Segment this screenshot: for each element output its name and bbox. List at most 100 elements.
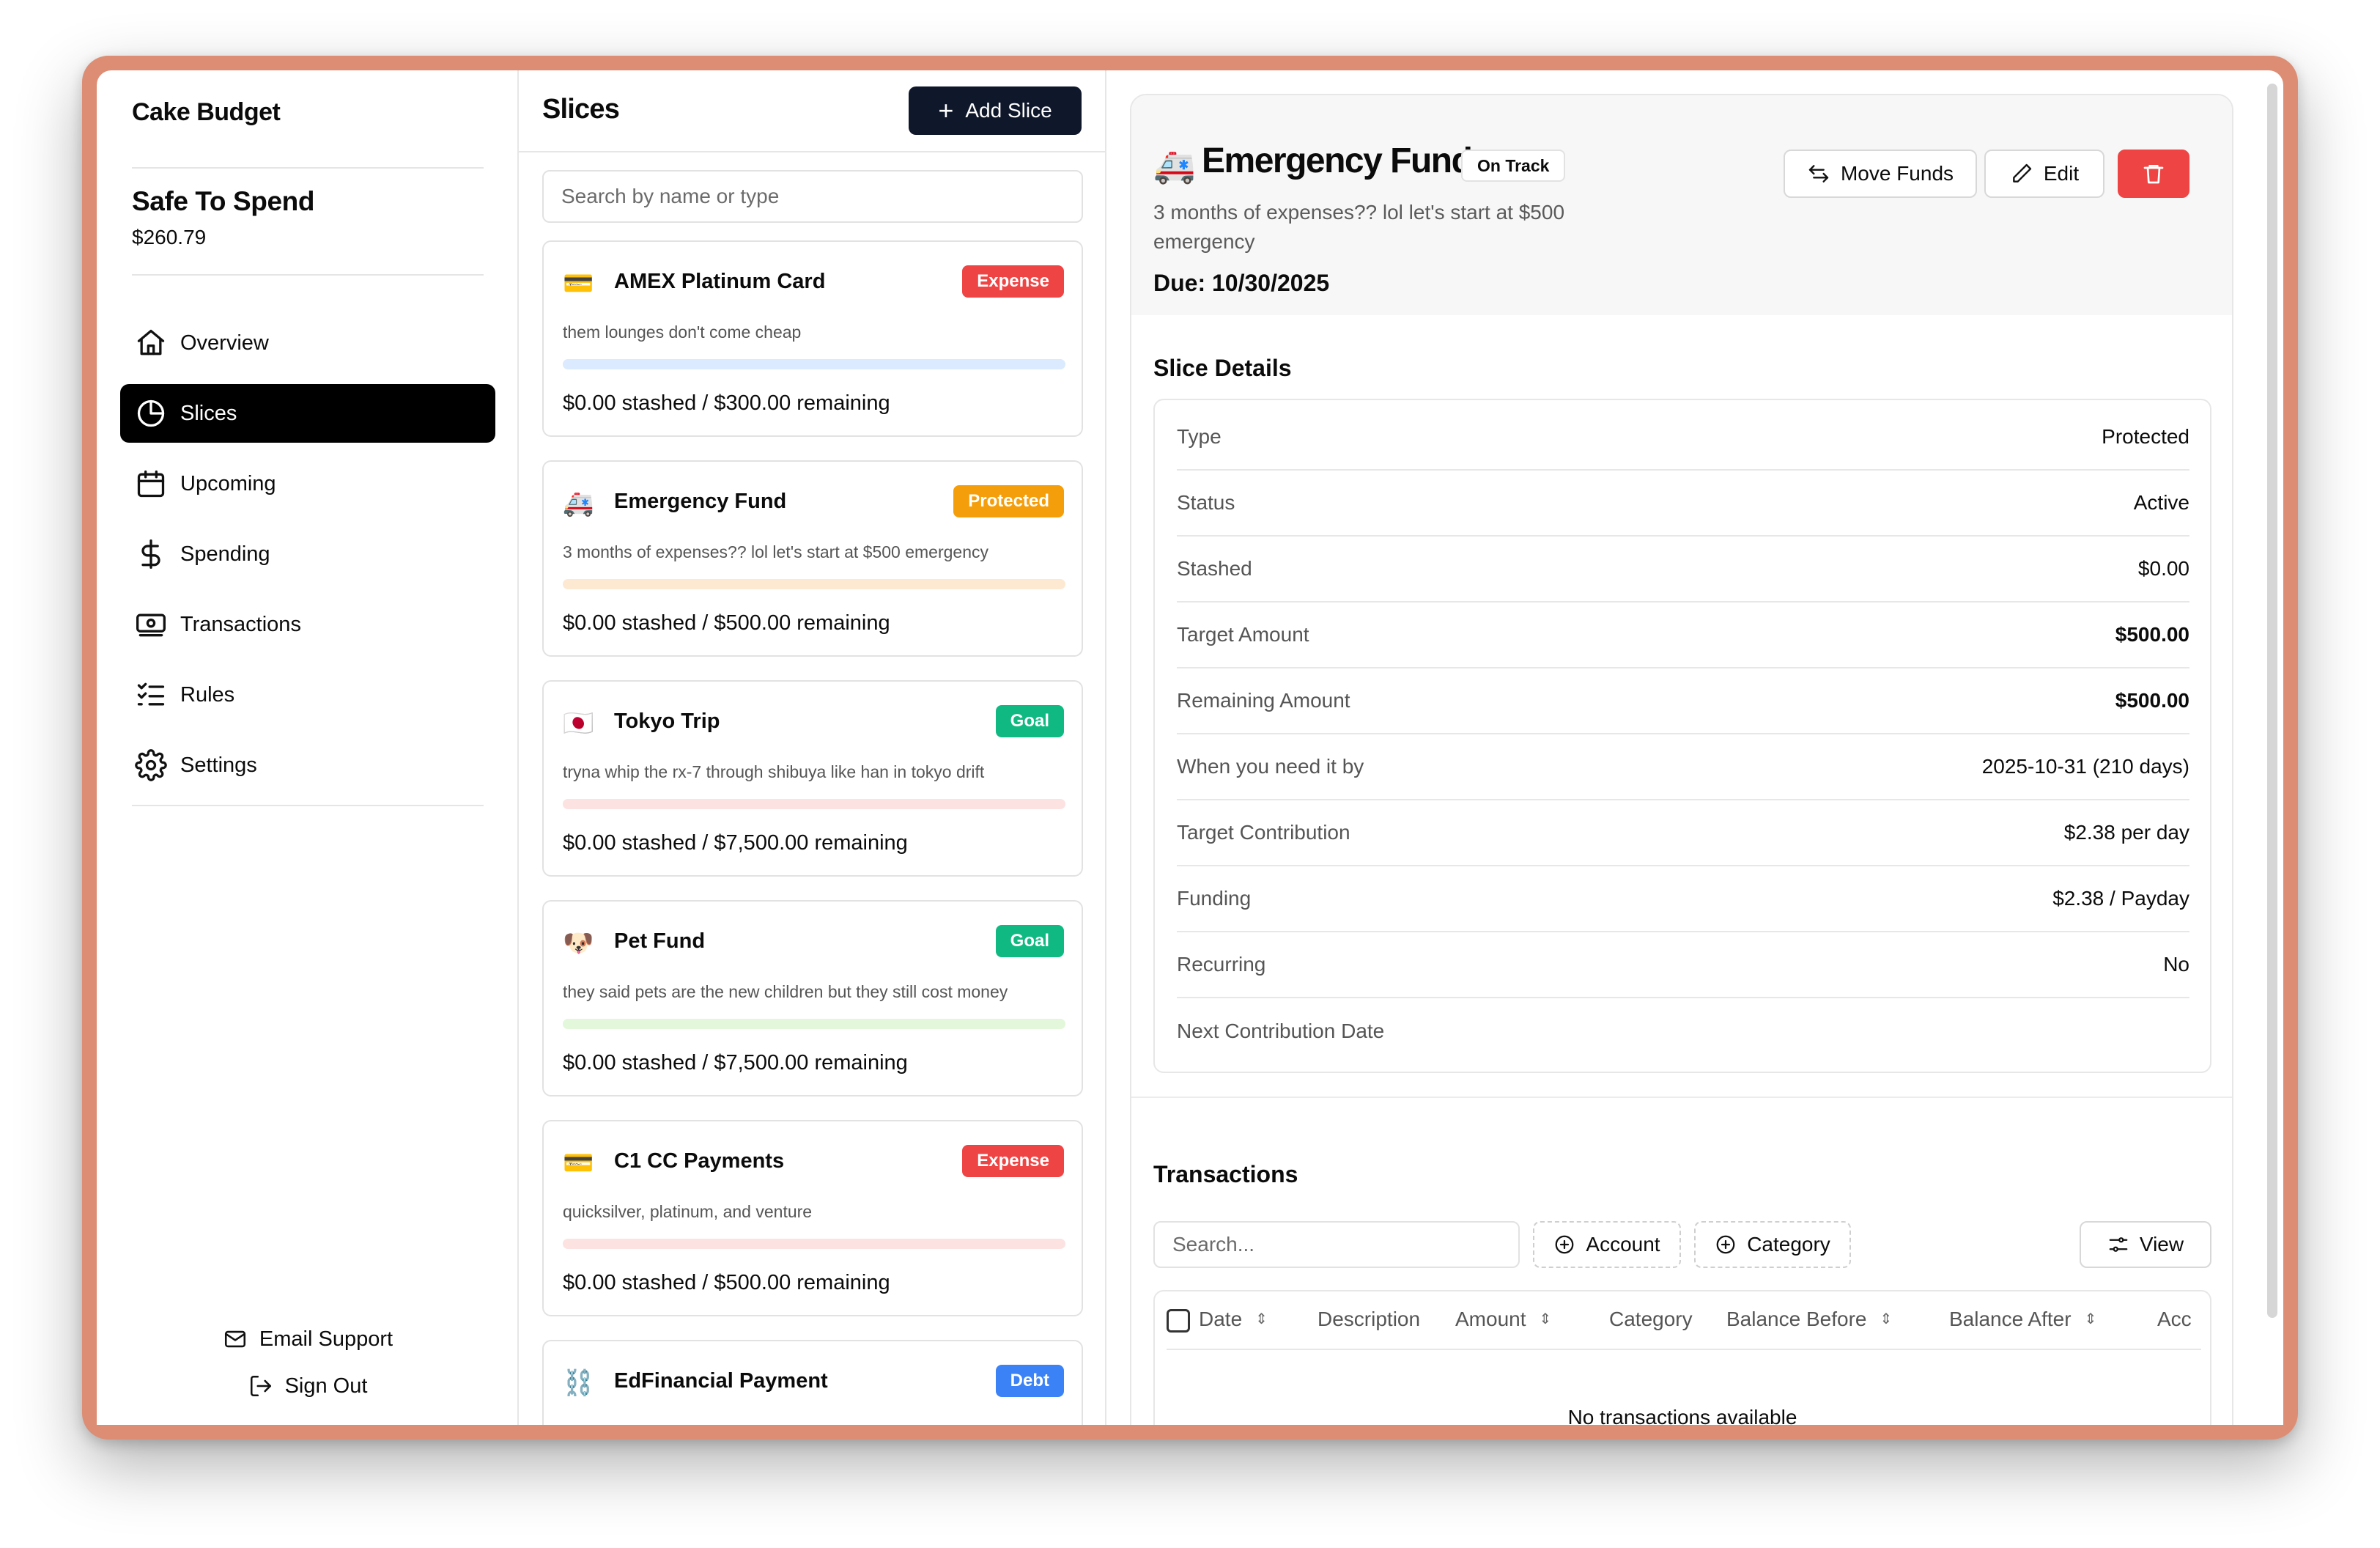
sign-out-link[interactable]: Sign Out (97, 1374, 519, 1398)
plus-circle-icon (1556, 1235, 1574, 1254)
calendar-icon (135, 468, 167, 500)
slice-card-pet-fund[interactable]: 🐶 Pet Fund Goal they said pets are the n… (542, 900, 1083, 1096)
slice-card-c1-cc-payments[interactable]: 💳 C1 CC Payments Expense quicksilver, pl… (542, 1120, 1083, 1316)
slice-name: EdFinancial Payment (614, 1369, 828, 1393)
edit-button[interactable]: Edit (1984, 150, 2104, 198)
slice-card-edfinancial[interactable]: ⛓️ EdFinancial Payment Debt (542, 1340, 1083, 1425)
detail-value: No (2163, 953, 2189, 976)
column-label: Date (1199, 1308, 1243, 1330)
slices-header: Slices + Add Slice (519, 70, 1105, 152)
table-header: Date ⇕ Description Amount ⇕ Category Bal… (1155, 1291, 2210, 1350)
slice-description: tryna whip the rx-7 through shibuya like… (563, 762, 985, 781)
slice-amounts: $0.00 stashed / $300.00 remaining (563, 391, 890, 415)
type-badge: Expense (962, 265, 1064, 298)
detail-value: 2025-10-31 (210 days) (1981, 755, 2189, 778)
detail-label: Type (1177, 425, 1222, 448)
checklist-icon (135, 679, 167, 711)
add-slice-button[interactable]: + Add Slice (909, 86, 1082, 135)
category-filter-label: Category (1747, 1233, 1830, 1256)
detail-value: Protected (2102, 425, 2189, 448)
select-all-checkbox[interactable] (1167, 1309, 1190, 1333)
detail-card: 🚑 Emergency Fund On Track 3 months of ex… (1130, 94, 2233, 1425)
empty-state: No transactions available (1567, 1406, 1797, 1425)
detail-label: When you need it by (1177, 755, 1364, 778)
sliders-icon (2109, 1237, 2128, 1252)
sidebar-item-settings[interactable]: Settings (120, 736, 495, 795)
due-date: Due: 10/30/2025 (1153, 270, 1330, 296)
detail-label: Next Contribution Date (1177, 1020, 1385, 1042)
status-badge: On Track (1461, 150, 1566, 182)
column-header-balance-before[interactable]: Balance Before ⇕ (1726, 1308, 1892, 1331)
app-title: Cake Budget (132, 98, 281, 126)
email-support-label: Email Support (259, 1327, 393, 1351)
pie-chart-icon (135, 397, 167, 430)
column-header-balance-after[interactable]: Balance After ⇕ (1949, 1308, 2096, 1331)
detail-row-target-amount: Target Amount $500.00 (1177, 602, 2189, 668)
slice-description: they said pets are the new children but … (563, 982, 1008, 1001)
slice-card-amex[interactable]: 💳 AMEX Platinum Card Expense them lounge… (542, 240, 1083, 437)
sidebar-nav: Overview Slices Upcoming Spending Transa… (120, 314, 495, 806)
sort-icon: ⇕ (1255, 1311, 1268, 1327)
type-badge: Protected (953, 485, 1064, 517)
category-filter-button[interactable]: Category (1694, 1221, 1851, 1268)
detail-value: $500.00 (2115, 623, 2189, 646)
view-options-button[interactable]: View (2080, 1221, 2211, 1268)
add-slice-label: Add Slice (965, 99, 1052, 122)
slice-name: C1 CC Payments (614, 1149, 785, 1173)
ambulance-icon: 🚑 (563, 490, 594, 517)
account-filter-button[interactable]: Account (1533, 1221, 1681, 1268)
delete-button[interactable] (2118, 150, 2189, 198)
slice-details-table: Type Protected Status Active Stashed $0.… (1153, 399, 2211, 1073)
slice-detail-panel: 🚑 Emergency Fund On Track 3 months of ex… (1106, 70, 2283, 1425)
detail-row-recurring: Recurring No (1177, 932, 2189, 998)
detail-description: 3 months of expenses?? lol let's start a… (1153, 201, 1565, 253)
slice-card-tokyo-trip[interactable]: 🇯🇵 Tokyo Trip Goal tryna whip the rx-7 t… (542, 680, 1083, 877)
detail-row-status: Status Active (1177, 471, 2189, 537)
divider (1167, 1349, 2201, 1350)
slice-name: Pet Fund (614, 929, 706, 953)
detail-header: 🚑 Emergency Fund On Track 3 months of ex… (1131, 95, 2232, 315)
credit-card-icon: 💳 (563, 1149, 594, 1177)
slice-description: 3 months of expenses?? lol let's start a… (563, 542, 988, 561)
column-label: Description (1318, 1308, 1421, 1330)
sort-icon: ⇕ (1880, 1311, 1893, 1327)
slice-card-emergency-fund[interactable]: 🚑 Emergency Fund Protected 3 months of e… (542, 460, 1083, 657)
type-badge: Goal (995, 925, 1064, 957)
move-funds-button[interactable]: Move Funds (1784, 150, 1977, 198)
divider (132, 167, 484, 169)
sidebar: Cake Budget Safe To Spend $260.79 Overvi… (97, 70, 519, 1425)
column-header-amount[interactable]: Amount ⇕ (1455, 1308, 1551, 1331)
slice-name: Tokyo Trip (614, 710, 720, 733)
ambulance-icon: 🚑 (1153, 147, 1196, 185)
sidebar-item-slices[interactable]: Slices (120, 384, 495, 443)
column-header-date[interactable]: Date ⇕ (1199, 1308, 1268, 1331)
detail-label: Recurring (1177, 953, 1266, 976)
sidebar-item-label: Upcoming (180, 471, 276, 495)
sidebar-item-spending[interactable]: Spending (120, 525, 495, 583)
sidebar-item-label: Settings (180, 753, 257, 777)
sidebar-item-upcoming[interactable]: Upcoming (120, 454, 495, 513)
sidebar-item-label: Spending (180, 542, 270, 566)
detail-value: $2.38 per day (2063, 821, 2189, 844)
slice-search-input[interactable] (542, 170, 1083, 223)
sidebar-item-transactions[interactable]: Transactions (120, 595, 495, 654)
slice-amounts: $0.00 stashed / $500.00 remaining (563, 1271, 890, 1294)
detail-label: Status (1177, 491, 1235, 514)
transactions-search-input[interactable] (1153, 1221, 1520, 1268)
sidebar-item-overview[interactable]: Overview (120, 314, 495, 372)
detail-value: $2.38 / Payday (2052, 887, 2189, 910)
slice-description: quicksilver, platinum, and venture (563, 1202, 813, 1221)
pencil-icon (2013, 163, 2032, 183)
type-badge: Expense (962, 1145, 1064, 1177)
type-badge: Debt (995, 1365, 1064, 1397)
divider (132, 274, 484, 276)
detail-label: Target Contribution (1177, 821, 1350, 844)
type-badge: Goal (995, 705, 1064, 737)
detail-row-funding: Funding $2.38 / Payday (1177, 866, 2189, 932)
log-out-icon (248, 1374, 273, 1398)
scrollbar[interactable] (2267, 84, 2277, 1318)
email-support-link[interactable]: Email Support (97, 1327, 519, 1352)
app-content: Cake Budget Safe To Spend $260.79 Overvi… (97, 70, 2283, 1425)
sidebar-item-rules[interactable]: Rules (120, 666, 495, 724)
dollar-icon (135, 538, 167, 570)
